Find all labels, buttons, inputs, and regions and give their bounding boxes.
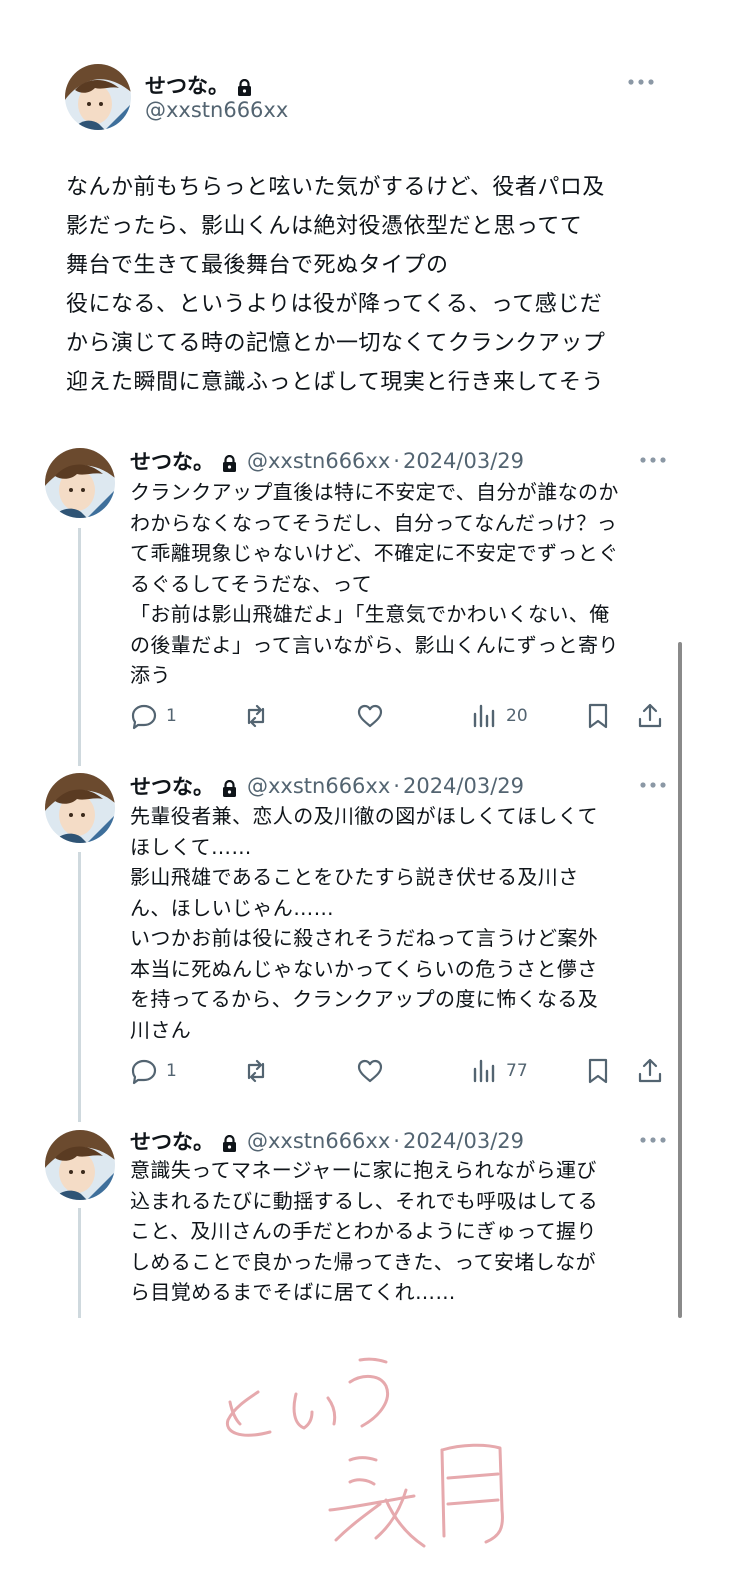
like-icon (357, 704, 383, 728)
share-icon (638, 1058, 662, 1083)
action-bar: 1 20 (130, 700, 670, 732)
scrollbar[interactable] (678, 642, 682, 1318)
share-button[interactable] (636, 700, 664, 732)
separator: · (393, 449, 400, 473)
reply-header: せつな。 @xxstn666xx · 2024/03/29 (130, 446, 524, 476)
reply-button[interactable]: 1 (130, 700, 177, 732)
views-count: 77 (506, 1061, 528, 1081)
handwritten-note (200, 1340, 540, 1560)
display-name-text: せつな。 (130, 450, 214, 474)
share-icon (638, 703, 662, 728)
views-button[interactable]: 20 (470, 700, 528, 732)
timestamp[interactable]: 2024/03/29 (403, 774, 524, 798)
reply-icon (131, 1059, 157, 1085)
retweet-icon (247, 1059, 265, 1083)
more-icon[interactable] (626, 72, 656, 92)
more-icon[interactable] (638, 1130, 668, 1150)
display-name[interactable]: せつな。 (130, 1126, 237, 1156)
avatar[interactable] (45, 448, 115, 518)
handle[interactable]: @xxstn666xx (247, 449, 390, 473)
display-name-text: せつな。 (130, 1130, 214, 1154)
tweet-text: 先輩役者兼、恋人の及川徹の図がほしくてほしくて ほしくて…… 影山飛雄であること… (130, 804, 599, 1042)
views-icon (473, 704, 495, 728)
handle[interactable]: @xxstn666xx (247, 774, 390, 798)
like-icon (357, 1059, 383, 1083)
avatar[interactable] (45, 1130, 115, 1200)
display-name[interactable]: せつな。 (130, 771, 237, 801)
lock-icon (222, 453, 237, 472)
avatar[interactable] (45, 773, 115, 843)
thread-line (78, 852, 81, 1122)
thread-line (78, 1208, 81, 1318)
retweet-button[interactable] (242, 700, 270, 732)
more-icon[interactable] (638, 450, 668, 470)
reply-header: せつな。 @xxstn666xx · 2024/03/29 (130, 771, 524, 801)
views-count: 20 (506, 706, 528, 726)
bookmark-button[interactable] (584, 700, 612, 732)
tweet-text: クランクアップ直後は特に不安定で、自分が誰なのか わからなくなってそうだし、自分… (130, 480, 619, 687)
separator: · (393, 774, 400, 798)
lock-icon (222, 1133, 237, 1152)
handle[interactable]: @xxstn666xx (247, 1129, 390, 1153)
views-button[interactable]: 77 (470, 1055, 528, 1087)
timestamp[interactable]: 2024/03/29 (403, 1129, 524, 1153)
reply-icon (131, 704, 157, 730)
tweet-text: なんか前もちらっと呟いた気がするけど、役者パロ及 影だったら、影山くんは絶対役憑… (66, 175, 606, 395)
display-name-text: せつな。 (145, 74, 229, 98)
avatar[interactable] (65, 64, 131, 130)
reply-count: 1 (166, 706, 177, 726)
bookmark-icon (588, 703, 608, 729)
reply-header: せつな。 @xxstn666xx · 2024/03/29 (130, 1126, 524, 1156)
separator: · (393, 1129, 400, 1153)
bookmark-button[interactable] (584, 1055, 612, 1087)
reply-button[interactable]: 1 (130, 1055, 177, 1087)
retweet-button[interactable] (242, 1055, 270, 1087)
display-name[interactable]: せつな。 (145, 70, 252, 100)
timestamp[interactable]: 2024/03/29 (403, 449, 524, 473)
thread-line (78, 528, 81, 766)
handle[interactable]: @xxstn666xx (145, 98, 288, 122)
views-icon (473, 1059, 495, 1083)
lock-icon (222, 778, 237, 797)
share-button[interactable] (636, 1055, 664, 1087)
retweet-icon (247, 704, 265, 728)
bookmark-icon (588, 1058, 608, 1084)
reply-count: 1 (166, 1061, 177, 1081)
display-name-text: せつな。 (130, 775, 214, 799)
more-icon[interactable] (638, 775, 668, 795)
like-button[interactable] (356, 1055, 384, 1087)
display-name[interactable]: せつな。 (130, 446, 237, 476)
like-button[interactable] (356, 700, 384, 732)
action-bar: 1 77 (130, 1055, 670, 1087)
lock-icon (237, 77, 252, 96)
tweet-text: 意識失ってマネージャーに家に抱えられながら運び 込まれるたびに動揺するし、それで… (130, 1158, 598, 1304)
